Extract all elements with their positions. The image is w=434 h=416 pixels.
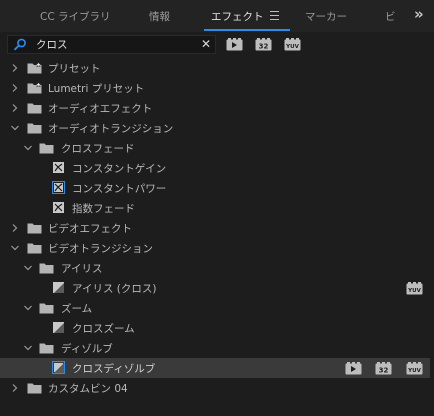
tree-row-label: ズーム <box>61 303 93 315</box>
yuv-badge-icon: YUV <box>406 362 423 375</box>
yuv-filter-icon[interactable]: YUV <box>284 38 301 51</box>
accelerated-badge-icon <box>345 362 362 375</box>
panel-tab-bar: CC ライブラリ 情報 エフェクト マーカー ビ » <box>0 0 434 32</box>
svg-text:YUV: YUV <box>407 368 421 374</box>
chevron-down-icon[interactable] <box>9 242 21 254</box>
tab-effects[interactable]: エフェクト <box>211 9 264 24</box>
audio-transition-icon <box>53 162 64 173</box>
tree-row-label: ディゾルブ <box>61 343 113 355</box>
folder-icon <box>39 343 54 354</box>
folder-icon <box>27 123 42 134</box>
chevron-down-icon[interactable] <box>22 302 34 314</box>
tab-overflow-partial[interactable]: ビ <box>385 9 396 24</box>
chevron-down-icon[interactable] <box>22 342 34 354</box>
tree-row-label: アイリス <box>61 263 103 275</box>
tree-row[interactable]: ズーム <box>0 298 434 318</box>
video-transition-icon <box>52 361 65 374</box>
svg-text:YUV: YUV <box>407 288 421 294</box>
tree-row[interactable]: クロスフェード <box>0 138 434 158</box>
folder-icon <box>27 243 42 254</box>
tab-cc-libraries[interactable]: CC ライブラリ <box>40 9 111 24</box>
chevron-right-icon[interactable] <box>9 102 21 114</box>
search-box[interactable]: ✕ <box>7 35 216 54</box>
search-row: ✕ 32 YUV <box>0 32 434 58</box>
tab-markers[interactable]: マーカー <box>305 9 347 24</box>
tree-row[interactable]: クロスズーム <box>0 318 434 338</box>
tree-row[interactable]: Lumetri プリセット <box>0 78 434 98</box>
tree-row[interactable]: 指数フェード <box>0 198 434 218</box>
audio-transition-icon <box>52 181 65 194</box>
tree-row-label: クロスフェード <box>61 143 135 155</box>
tree-row-label: Lumetri プリセット <box>48 83 145 95</box>
tree-row-label: コンスタントゲイン <box>72 163 167 175</box>
tree-row[interactable]: オーディオトランジション <box>0 118 434 138</box>
accelerated-effects-filter-icon[interactable] <box>226 38 243 51</box>
chevron-down-icon[interactable] <box>22 142 34 154</box>
32bit-badge-icon: 32 <box>375 362 392 375</box>
tree-row-label: 指数フェード <box>72 203 135 215</box>
video-transition-icon <box>53 322 64 333</box>
tab-overflow-icon[interactable]: » <box>414 5 424 23</box>
tree-row-label: クロスズーム <box>72 323 135 335</box>
tree-row-label: コンスタントパワー <box>72 183 167 195</box>
video-transition-icon <box>53 282 64 293</box>
tree-row-label: ビデオエフェクト <box>48 223 132 235</box>
tree-row[interactable]: ディゾルブ <box>0 338 434 358</box>
tree-row[interactable]: アイリス (クロス) YUV <box>0 278 434 298</box>
32bit-filter-icon[interactable]: 32 <box>255 38 272 51</box>
tree-row-label: ビデオトランジション <box>48 243 153 255</box>
chevron-right-icon[interactable] <box>9 82 21 94</box>
folder-icon <box>27 103 42 114</box>
tree-row-label: プリセット <box>48 63 101 75</box>
folder-icon <box>39 263 54 274</box>
tree-row-label: オーディオトランジション <box>48 123 174 135</box>
folder-icon <box>27 383 42 394</box>
folder-icon <box>39 143 54 154</box>
yuv-badge-icon: YUV <box>406 282 423 295</box>
panel-menu-icon[interactable] <box>270 11 279 21</box>
chevron-right-icon[interactable] <box>9 382 21 394</box>
chevron-right-icon[interactable] <box>9 62 21 74</box>
chevron-down-icon[interactable] <box>9 122 21 134</box>
preset-folder-icon <box>27 62 42 74</box>
tree-row-label: アイリス (クロス) <box>72 283 157 295</box>
tree-row-label: カスタムビン 04 <box>48 383 128 395</box>
folder-icon <box>39 303 54 314</box>
tree-row[interactable]: クロスディゾルブ 32 YUV <box>0 358 434 378</box>
tree-row[interactable]: カスタムビン 04 <box>0 378 434 398</box>
search-icon <box>13 38 26 51</box>
scrollbar[interactable] <box>430 58 434 416</box>
tree-row[interactable]: コンスタントパワー <box>0 178 434 198</box>
chevron-right-icon[interactable] <box>9 222 21 234</box>
tree-row-label: クロスディゾルブ <box>72 363 156 375</box>
tree-row[interactable]: ビデオエフェクト <box>0 218 434 238</box>
tree-row[interactable]: アイリス <box>0 258 434 278</box>
tab-info[interactable]: 情報 <box>149 9 170 24</box>
svg-text:YUV: YUV <box>285 44 299 50</box>
audio-transition-icon <box>53 202 64 213</box>
preset-folder-icon <box>27 82 42 94</box>
tree-row[interactable]: コンスタントゲイン <box>0 158 434 178</box>
svg-text:32: 32 <box>379 367 389 375</box>
svg-text:32: 32 <box>259 43 269 51</box>
active-tab-indicator <box>204 29 290 31</box>
tree-row-label: オーディオエフェクト <box>48 103 153 115</box>
search-input[interactable] <box>36 36 186 53</box>
tree-row[interactable]: オーディオエフェクト <box>0 98 434 118</box>
tree-row[interactable]: プリセット <box>0 58 434 78</box>
tree-row[interactable]: ビデオトランジション <box>0 238 434 258</box>
folder-icon <box>27 223 42 234</box>
chevron-down-icon[interactable] <box>22 262 34 274</box>
clear-search-icon[interactable]: ✕ <box>201 37 211 51</box>
